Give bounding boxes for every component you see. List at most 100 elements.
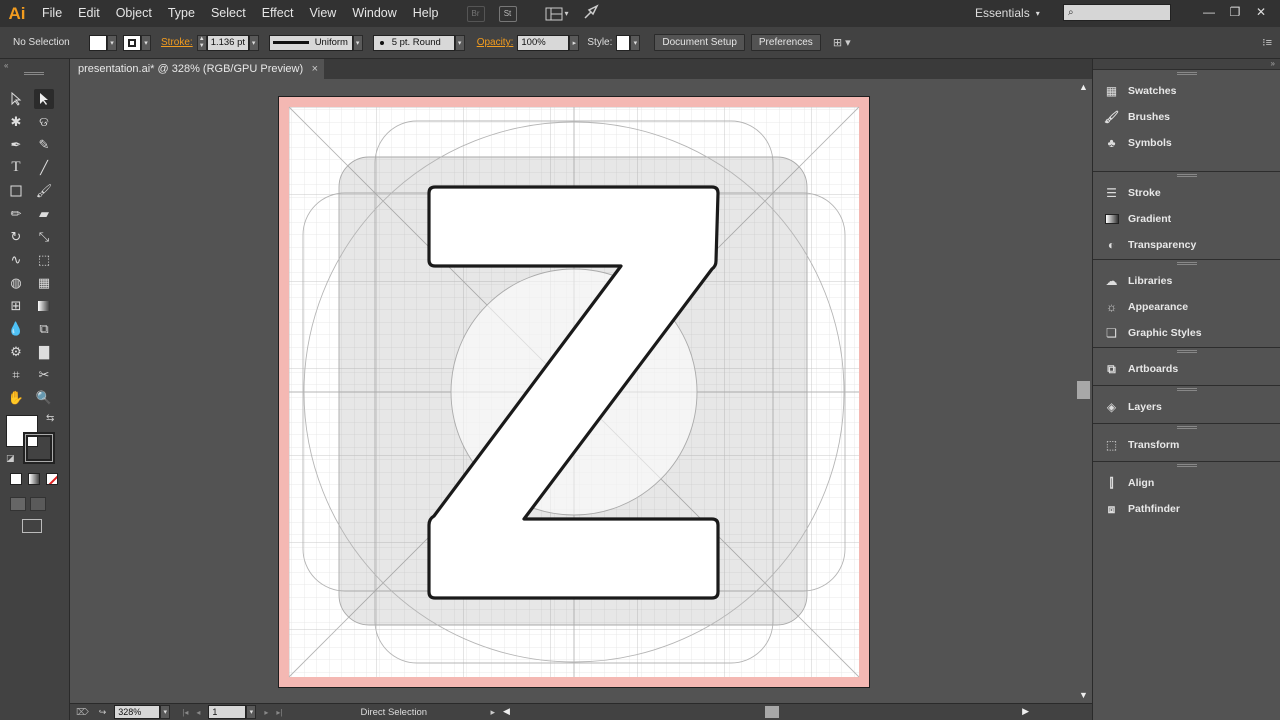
export-icon[interactable]: ↪ <box>99 707 107 718</box>
stroke-label[interactable]: Stroke: <box>161 37 193 48</box>
stroke-stepper[interactable]: ▲ ▼ <box>196 34 207 51</box>
panel-menu-icon[interactable]: ⁝≡ <box>1262 36 1272 49</box>
width-tool-icon[interactable]: ∿ <box>6 250 26 270</box>
panel-transparency[interactable]: ◐ Transparency <box>1093 232 1280 258</box>
arrange-documents-icon[interactable]: ▾ <box>545 7 569 21</box>
line-tool-icon[interactable]: ╱ <box>34 158 54 178</box>
panel-gradient[interactable]: Gradient <box>1093 206 1280 232</box>
search-input[interactable] <box>1077 7 1158 18</box>
panel-symbols[interactable]: ♣ Symbols <box>1093 130 1280 156</box>
stroke-swatch[interactable] <box>123 34 141 51</box>
tools-collapse-icon[interactable]: « <box>4 61 8 70</box>
restore-icon[interactable]: ❐ <box>1222 2 1248 22</box>
draw-normal-icon[interactable] <box>10 497 26 511</box>
rotate-tool-icon[interactable]: ↻ <box>6 227 26 247</box>
menu-item-type[interactable]: Type <box>160 0 203 27</box>
panel-transform[interactable]: ⬚ Transform <box>1093 432 1280 458</box>
draw-behind-icon[interactable] <box>30 497 46 511</box>
menu-item-file[interactable]: File <box>34 0 70 27</box>
panel-libraries[interactable]: ☁ Libraries <box>1093 268 1280 294</box>
first-artboard-icon[interactable]: |◂ <box>182 708 188 717</box>
opacity-field[interactable]: 100% <box>517 34 570 51</box>
rectangle-tool-icon[interactable] <box>6 181 26 201</box>
panel-artboards[interactable]: ⧉ Artboards <box>1093 356 1280 382</box>
blend-tool-icon[interactable]: ⧉ <box>34 319 54 339</box>
menu-item-select[interactable]: Select <box>203 0 254 27</box>
status-menu-icon[interactable]: ▸ <box>491 707 496 718</box>
horizontal-scrollbar[interactable]: ◀ ▶ <box>503 704 1029 720</box>
selection-tool-icon[interactable] <box>6 89 26 109</box>
type-tool-icon[interactable]: T <box>6 158 26 178</box>
lasso-tool-icon[interactable]: ଡ <box>34 112 54 132</box>
vertical-scroll-thumb[interactable] <box>1077 381 1090 399</box>
opacity-label[interactable]: Opacity: <box>477 37 514 48</box>
color-icon[interactable] <box>10 473 22 485</box>
menu-item-effect[interactable]: Effect <box>254 0 302 27</box>
perspective-grid-tool-icon[interactable]: ▦ <box>34 273 54 293</box>
artboard-tool-icon[interactable]: ⌗ <box>6 365 26 385</box>
shape-builder-tool-icon[interactable]: ◍ <box>6 273 26 293</box>
pencil-tool-icon[interactable]: ✏ <box>6 204 26 224</box>
slice-tool-icon[interactable]: ✂ <box>34 365 54 385</box>
search-box[interactable]: ⌕ <box>1063 4 1171 21</box>
prev-artboard-icon[interactable]: ◂ <box>196 708 200 717</box>
magic-wand-tool-icon[interactable]: ✱ <box>6 112 26 132</box>
profile-dropdown[interactable]: ▾ <box>352 34 363 51</box>
dock-header[interactable]: » <box>1093 59 1280 69</box>
menu-item-view[interactable]: View <box>301 0 344 27</box>
artboard[interactable] <box>279 97 869 687</box>
stroke-weight-dropdown[interactable]: ▾ <box>248 34 259 51</box>
vertical-scrollbar[interactable]: ▲ ▼ <box>1075 79 1092 703</box>
opacity-arrow[interactable]: ▸ <box>569 34 580 51</box>
direct-selection-tool-icon[interactable] <box>34 88 54 109</box>
artboard-field[interactable]: 1 <box>208 705 247 719</box>
bridge-icon[interactable]: Br <box>466 5 485 22</box>
scroll-up-icon[interactable]: ▲ <box>1079 82 1088 92</box>
menu-item-object[interactable]: Object <box>108 0 160 27</box>
stock-icon[interactable]: St <box>498 5 517 22</box>
scroll-left-icon[interactable]: ◀ <box>503 706 510 717</box>
menu-item-help[interactable]: Help <box>405 0 447 27</box>
panel-layers[interactable]: ◈ Layers <box>1093 394 1280 420</box>
document-tab[interactable]: presentation.ai* @ 328% (RGB/GPU Preview… <box>70 59 324 79</box>
variable-width-profile[interactable]: Uniform <box>268 34 353 51</box>
zoom-dropdown[interactable]: ▾ <box>160 705 171 719</box>
panel-align[interactable]: ⫿ Align <box>1093 470 1280 496</box>
close-tab-icon[interactable]: × <box>312 63 318 75</box>
gradient-tool-icon[interactable] <box>34 296 54 316</box>
style-swatch[interactable] <box>616 34 631 51</box>
curvature-tool-icon[interactable]: ✎ <box>34 135 54 155</box>
artboard-nav-icon[interactable]: ⌦ <box>76 707 89 718</box>
none-fill-icon[interactable] <box>46 473 58 485</box>
scroll-down-icon[interactable]: ▼ <box>1079 690 1088 700</box>
panel-brushes[interactable]: 🖌 Brushes <box>1093 104 1280 130</box>
eraser-tool-icon[interactable]: ▰ <box>34 204 54 224</box>
free-transform-tool-icon[interactable]: ⬚ <box>34 250 54 270</box>
default-colors-icon[interactable]: ◪ <box>6 453 15 464</box>
canvas-area[interactable] <box>70 79 1075 703</box>
style-dropdown[interactable]: ▾ <box>630 34 641 51</box>
next-artboard-icon[interactable]: ▸ <box>264 708 268 717</box>
arrange-icon[interactable]: ⊞ ▾ <box>833 36 851 49</box>
fill-dropdown[interactable]: ▾ <box>107 34 117 51</box>
scale-tool-icon[interactable]: ⤡ <box>34 227 54 247</box>
gradient-fill-icon[interactable] <box>28 473 40 485</box>
eyedropper-tool-icon[interactable]: 💧 <box>6 319 26 339</box>
last-artboard-icon[interactable]: ▸| <box>276 708 282 717</box>
panel-stroke[interactable]: ☰ Stroke <box>1093 180 1280 206</box>
preferences-button[interactable]: Preferences <box>750 34 821 51</box>
panel-appearance[interactable]: ☼ Appearance <box>1093 294 1280 320</box>
expand-panels-icon[interactable]: » <box>1271 59 1275 68</box>
column-graph-tool-icon[interactable]: ▇ <box>34 342 54 362</box>
symbol-sprayer-tool-icon[interactable]: ⚙ <box>6 342 26 362</box>
stroke-dropdown[interactable]: ▾ <box>141 34 151 51</box>
zoom-field[interactable]: 328% <box>114 705 161 719</box>
hand-tool-icon[interactable]: ✋ <box>6 388 26 408</box>
document-setup-button[interactable]: Document Setup <box>654 34 745 51</box>
artboard-dropdown[interactable]: ▾ <box>246 705 257 719</box>
menu-item-edit[interactable]: Edit <box>70 0 108 27</box>
paintbrush-tool-icon[interactable]: 🖌 <box>34 181 54 201</box>
pen-tool-icon[interactable]: ✒ <box>6 135 26 155</box>
workspace-switcher[interactable]: Essentials ▾ <box>975 4 1047 22</box>
fill-swatch[interactable] <box>89 34 107 51</box>
